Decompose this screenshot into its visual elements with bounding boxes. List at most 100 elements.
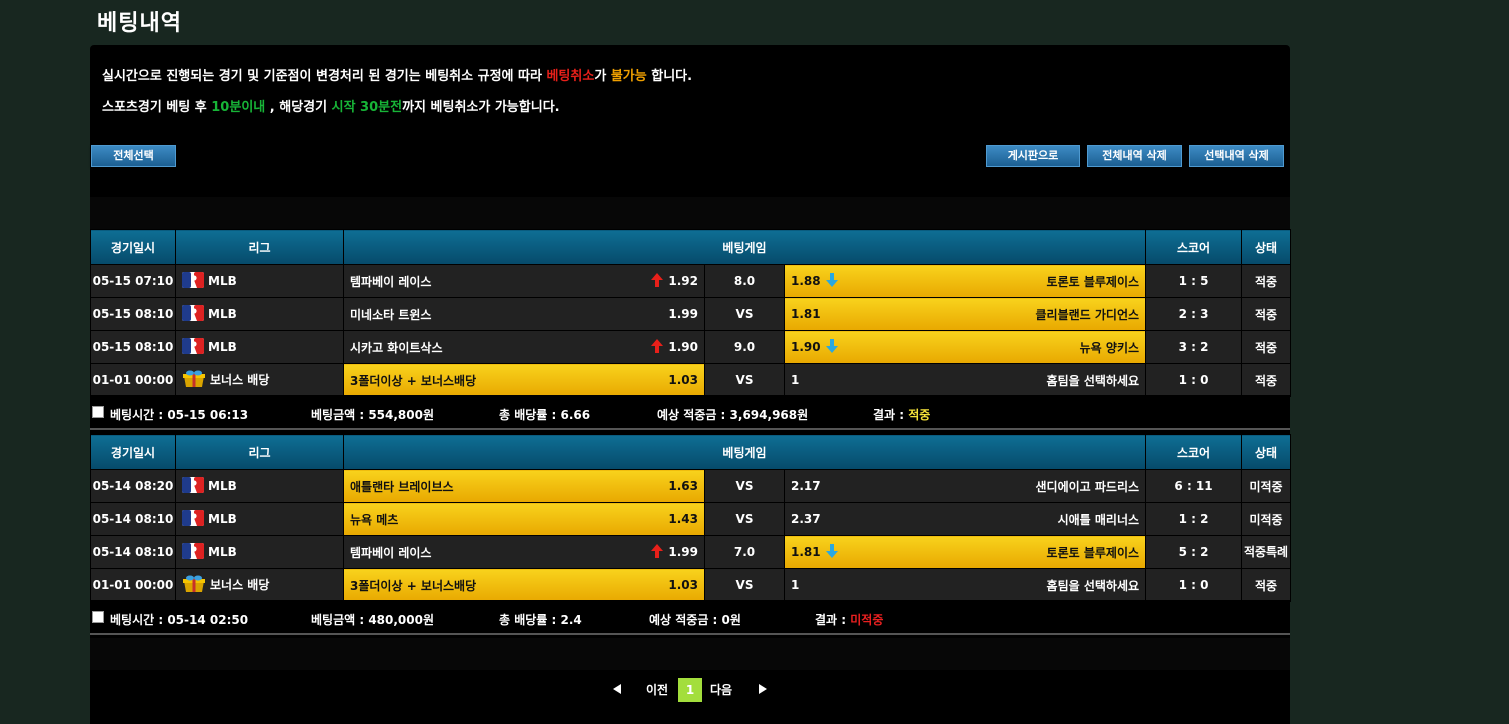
mlb-logo-icon	[182, 542, 204, 562]
status-badge: 적중	[1241, 363, 1292, 397]
away-team-name: 홈팀을 선택하세요	[1046, 578, 1140, 593]
bet-amount-label: 베팅금액 :	[311, 408, 369, 422]
game-date: 05-15 07:10	[90, 264, 176, 298]
home-team-cell[interactable]: 3폴더이상 + 보너스배당 1.03	[343, 363, 705, 397]
game-date: 05-14 08:10	[90, 502, 176, 536]
away-team-cell[interactable]: 1.81 클리블랜드 가디언스	[783, 297, 1147, 331]
total-rate-value: 6.66	[560, 408, 591, 422]
league-cell: 보너스 배당	[175, 568, 344, 602]
league-cell: MLB	[175, 330, 344, 364]
to-board-button[interactable]: 게시판으로	[986, 145, 1080, 167]
away-odds: 1.88	[791, 274, 821, 288]
home-team-cell[interactable]: 3폴더이상 + 보너스배당 1.03	[343, 568, 705, 602]
league-cell: 보너스 배당	[175, 363, 344, 397]
status-badge: 미적중	[1241, 502, 1292, 536]
home-team-cell[interactable]: 뉴욕 메츠 1.43	[343, 502, 705, 536]
delete-all-button[interactable]: 전체내역 삭제	[1087, 145, 1182, 167]
away-team-cell[interactable]: 1 홈팀을 선택하세요	[783, 568, 1147, 602]
table-row: 01-01 00:00 보너스 배당 3폴더이상 + 보너스배당 1.03 VS 1 홈팀을…	[90, 568, 1292, 602]
home-odds: 1.92	[668, 274, 698, 288]
bet-result: 결과 : 적중	[873, 406, 930, 423]
header-status: 상태	[1241, 229, 1292, 265]
header-score: 스코어	[1145, 434, 1243, 470]
handicap-cell: 7.0	[704, 535, 785, 569]
prev-page-link[interactable]: 이전	[646, 681, 668, 698]
notice-text: 까지 베팅취소가 가능합니다.	[402, 100, 560, 115]
total-rate: 총 배당률 : 6.66	[499, 406, 590, 423]
total-rate: 총 배당률 : 2.4	[499, 611, 582, 628]
away-team-name: 뉴욕 양키스	[1079, 340, 1140, 355]
away-team-cell[interactable]: 2.17 샌디에이고 파드리스	[783, 469, 1147, 503]
bet-history-panel: 실시간으로 진행되는 경기 및 기준점이 변경처리 된 경기는 베팅취소 규정에…	[90, 45, 1292, 724]
away-team-cell[interactable]: 1 홈팀을 선택하세요	[783, 363, 1147, 397]
home-team-name: 미네소타 트윈스	[350, 307, 432, 322]
home-odds: 1.03	[668, 373, 698, 387]
game-date: 05-14 08:20	[90, 469, 176, 503]
notice-highlight-30min: 시작 30분전	[331, 100, 403, 115]
table-row: 05-14 08:10 MLB 템파베이 레이스 1.99 7.0 1.81 토론토 블루제…	[90, 535, 1292, 569]
home-team-cell[interactable]: 미네소타 트윈스 1.99	[343, 297, 705, 331]
table-header-row: 경기일시 리그 베팅게임 스코어 상태	[90, 229, 1292, 265]
prev-arrow-icon[interactable]	[613, 684, 621, 694]
odds-up-arrow-icon	[650, 272, 664, 291]
away-team-name: 샌디에이고 파드리스	[1035, 479, 1140, 494]
game-date: 01-01 00:00	[90, 568, 176, 602]
away-odds: 1.90	[791, 340, 821, 354]
home-team-name: 뉴욕 메츠	[350, 512, 399, 527]
status-badge: 적중	[1241, 330, 1292, 364]
home-team-cell[interactable]: 템파베이 레이스 1.99	[343, 535, 705, 569]
status-badge: 적중	[1241, 568, 1292, 602]
current-page[interactable]: 1	[678, 678, 702, 702]
score-cell: 1 : 0	[1145, 363, 1243, 397]
away-odds: 2.17	[791, 479, 821, 493]
home-team-cell[interactable]: 시카고 화이트삭스 1.90	[343, 330, 705, 364]
home-team-cell[interactable]: 템파베이 레이스 1.92	[343, 264, 705, 298]
header-score: 스코어	[1145, 229, 1243, 265]
bet-result-label: 결과 :	[873, 408, 909, 422]
away-team-cell[interactable]: 1.90 뉴욕 양키스	[783, 330, 1147, 364]
league-name: MLB	[208, 544, 237, 559]
next-arrow-icon[interactable]	[759, 684, 767, 694]
odds-down-arrow-icon	[825, 543, 839, 562]
handicap-cell: VS	[704, 568, 785, 602]
game-date: 05-15 08:10	[90, 297, 176, 331]
bet-time: 베팅시간 : 05-15 06:13	[110, 406, 248, 423]
score-cell: 5 : 2	[1145, 535, 1243, 569]
home-team-name: 3폴더이상 + 보너스배당	[350, 373, 477, 388]
home-team-name: 템파베이 레이스	[350, 274, 432, 289]
league-name: MLB	[208, 478, 237, 493]
bet-amount-label: 베팅금액 :	[311, 613, 369, 627]
league-name: MLB	[208, 339, 237, 354]
expected-win: 예상 적중금 : 3,694,968원	[657, 406, 808, 423]
home-team-name: 애틀랜타 브레이브스	[350, 479, 454, 494]
away-team-cell[interactable]: 1.88 토론토 블루제이스	[783, 264, 1147, 298]
bet-result-value: 적중	[908, 408, 931, 422]
delete-selected-button[interactable]: 선택내역 삭제	[1189, 145, 1284, 167]
header-date: 경기일시	[90, 434, 176, 470]
home-odds: 1.03	[668, 578, 698, 592]
select-all-button[interactable]: 전체선택	[91, 145, 176, 167]
slip-checkbox[interactable]	[92, 406, 104, 418]
league-cell: MLB	[175, 469, 344, 503]
mlb-logo-icon	[182, 271, 204, 291]
divider-strip	[90, 197, 1290, 229]
expected-win-value: 3,694,968원	[729, 408, 809, 422]
away-team-cell[interactable]: 2.37 시애틀 매리너스	[783, 502, 1147, 536]
status-badge: 미적중	[1241, 469, 1292, 503]
bet-time: 베팅시간 : 05-14 02:50	[110, 611, 248, 628]
notice-text: 스포츠경기 베팅 후	[102, 100, 212, 115]
next-page-link[interactable]: 다음	[710, 681, 732, 698]
status-badge: 적중특례	[1241, 535, 1292, 569]
slip-checkbox[interactable]	[92, 611, 104, 623]
page-title: 베팅내역	[97, 11, 182, 36]
expected-win-value: 0원	[721, 613, 741, 627]
away-team-cell[interactable]: 1.81 토론토 블루제이스	[783, 535, 1147, 569]
handicap-cell: VS	[704, 363, 785, 397]
home-team-cell[interactable]: 애틀랜타 브레이브스 1.63	[343, 469, 705, 503]
mlb-logo-icon	[182, 304, 204, 324]
pagination: 이전 1 다음	[90, 678, 1290, 702]
table-row: 05-15 08:10 MLB 시카고 화이트삭스 1.90 9.0 1.90 뉴욕 양키스…	[90, 330, 1292, 364]
notice-text: 실시간으로 진행되는 경기 및 기준점이 변경처리 된 경기는 베팅취소 규정에…	[102, 69, 547, 84]
bet-result-label: 결과 :	[815, 613, 851, 627]
notice-highlight-cancel: 베팅취소	[546, 69, 595, 84]
